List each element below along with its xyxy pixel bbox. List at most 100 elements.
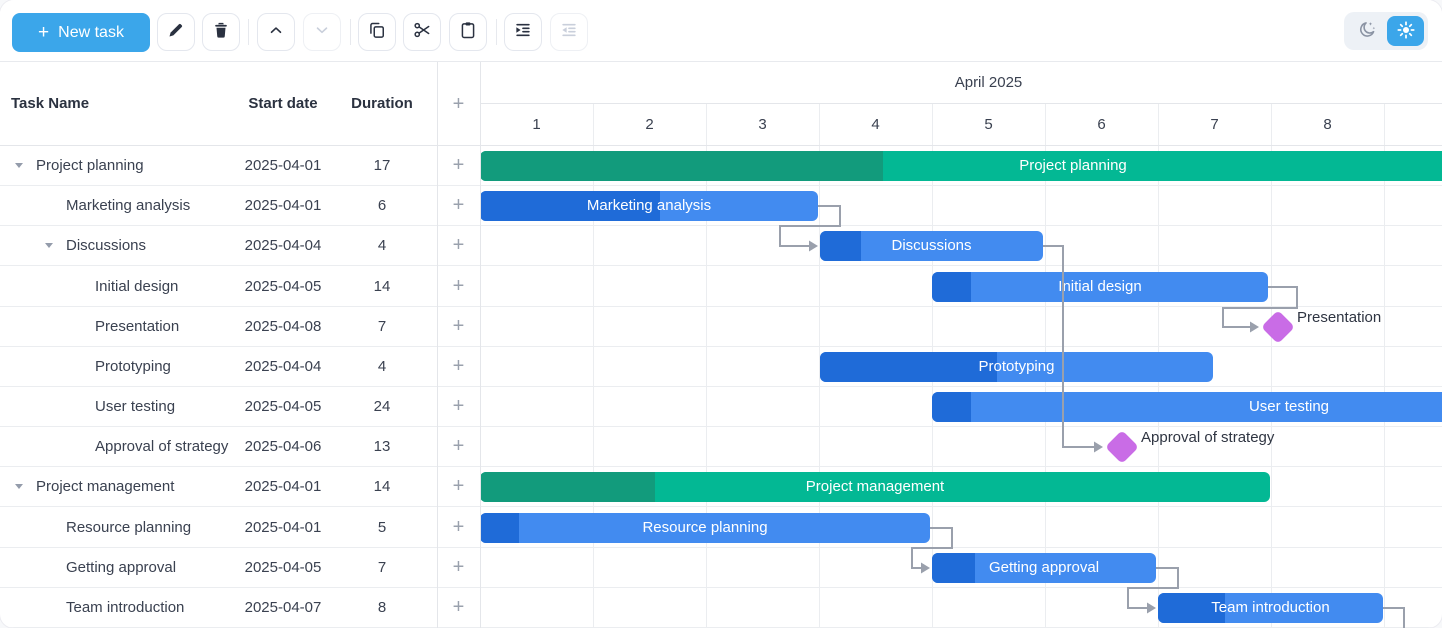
row-divider <box>0 506 1442 507</box>
task-bar[interactable] <box>932 553 1156 583</box>
add-subtask-button[interactable]: + <box>437 267 480 307</box>
row-divider <box>0 265 1442 266</box>
outdent-button[interactable] <box>550 13 588 51</box>
milestone-label: Presentation <box>1297 307 1381 329</box>
add-subtask-button[interactable]: + <box>437 427 480 467</box>
row-divider <box>0 185 1442 186</box>
task-name-cell: Project management <box>36 467 174 507</box>
toolbar-separator <box>248 19 249 45</box>
task-bar[interactable] <box>820 352 1213 382</box>
day-gridline <box>706 104 707 628</box>
column-header-duration: Duration <box>344 62 420 146</box>
task-bar[interactable] <box>1158 593 1383 623</box>
move-task-down-button[interactable] <box>303 13 341 51</box>
trash-icon <box>211 20 231 45</box>
paste-button[interactable] <box>449 13 487 51</box>
duration-cell: 4 <box>344 226 420 266</box>
task-progress-fill <box>480 472 655 502</box>
collapse-toggle-icon[interactable] <box>15 484 23 489</box>
toolbar-separator <box>350 19 351 45</box>
start-date-cell: 2025-04-05 <box>238 548 328 588</box>
start-date-cell: 2025-04-08 <box>238 307 328 347</box>
task-bar[interactable] <box>480 151 1442 181</box>
start-date-cell: 2025-04-07 <box>238 588 328 628</box>
task-name-cell: Getting approval <box>66 548 176 588</box>
add-subtask-button[interactable]: + <box>437 307 480 347</box>
task-bar[interactable] <box>480 513 930 543</box>
new-task-button[interactable]: + New task <box>12 13 150 52</box>
task-name-cell: Approval of strategy <box>95 427 228 467</box>
start-date-cell: 2025-04-04 <box>238 347 328 387</box>
add-subtask-button[interactable]: + <box>437 226 480 266</box>
delete-button[interactable] <box>202 13 240 51</box>
row-divider <box>0 587 1442 588</box>
task-bar[interactable] <box>820 231 1043 261</box>
add-subtask-button[interactable]: + <box>437 467 480 507</box>
edit-button[interactable] <box>157 13 195 51</box>
task-progress-fill <box>820 231 861 261</box>
task-name-cell: Marketing analysis <box>66 186 190 226</box>
timeline-day-5: 5 <box>932 104 1045 146</box>
gantt-app: + New task <box>0 0 1442 628</box>
task-name-cell: Resource planning <box>66 508 191 548</box>
duration-cell: 4 <box>344 347 420 387</box>
start-date-cell: 2025-04-01 <box>238 467 328 507</box>
column-header-task-name: Task Name <box>11 62 89 146</box>
collapse-toggle-icon[interactable] <box>15 163 23 168</box>
add-subtask-button[interactable]: + <box>437 186 480 226</box>
row-divider <box>0 346 1442 347</box>
task-bar[interactable] <box>480 472 1270 502</box>
task-progress-fill <box>932 272 971 302</box>
add-subtask-button[interactable]: + <box>437 548 480 588</box>
table-row[interactable]: Presentation 2025-04-08 7 + <box>0 307 1442 347</box>
add-subtask-button[interactable]: + <box>437 387 480 427</box>
add-subtask-button[interactable]: + <box>437 508 480 548</box>
light-theme-button[interactable] <box>1387 16 1424 46</box>
duration-cell: 7 <box>344 548 420 588</box>
start-date-cell: 2025-04-05 <box>238 267 328 307</box>
start-date-cell: 2025-04-06 <box>238 427 328 467</box>
table-row[interactable]: Getting approval 2025-04-05 7 + <box>0 548 1442 588</box>
cut-button[interactable] <box>403 13 441 51</box>
toolbar: + New task <box>0 0 1442 62</box>
dark-theme-button[interactable] <box>1348 16 1385 46</box>
table-row[interactable]: Prototyping2025-04-044+ <box>0 347 1442 387</box>
add-subtask-button[interactable]: + <box>437 146 480 186</box>
task-bar[interactable] <box>932 392 1442 422</box>
chevron-up-icon <box>267 21 285 44</box>
theme-toggle <box>1344 12 1428 50</box>
row-divider <box>0 547 1442 548</box>
outdent-icon <box>559 20 579 45</box>
copy-icon <box>367 20 387 45</box>
moon-icon <box>1356 19 1378 44</box>
task-progress-fill <box>480 513 519 543</box>
duration-cell: 8 <box>344 588 420 628</box>
timeline-day-3: 3 <box>706 104 819 146</box>
task-progress-fill <box>932 392 971 422</box>
task-bar[interactable] <box>932 272 1268 302</box>
task-progress-fill <box>1158 593 1225 623</box>
toolbar-separator <box>496 19 497 45</box>
indent-button[interactable] <box>504 13 542 51</box>
day-gridline <box>1271 104 1272 628</box>
add-subtask-button[interactable]: + <box>437 347 480 387</box>
add-column-button[interactable]: + <box>437 62 480 146</box>
day-gridline <box>1384 104 1385 628</box>
add-subtask-button[interactable]: + <box>437 588 480 628</box>
column-header-start-date: Start date <box>238 62 328 146</box>
task-name-cell: Initial design <box>95 267 178 307</box>
task-bar[interactable] <box>480 191 818 221</box>
copy-button[interactable] <box>358 13 396 51</box>
indent-icon <box>513 20 533 45</box>
move-task-up-button[interactable] <box>257 13 295 51</box>
duration-cell: 7 <box>344 307 420 347</box>
task-progress-fill <box>480 151 883 181</box>
table-row[interactable]: Discussions2025-04-044+ <box>0 226 1442 266</box>
row-divider <box>0 225 1442 226</box>
sun-icon <box>1395 19 1417 44</box>
task-progress-fill <box>820 352 997 382</box>
timeline-month-label: April 2025 <box>480 62 1442 104</box>
task-progress-fill <box>932 553 975 583</box>
grid-addcol-divider <box>437 62 438 628</box>
collapse-toggle-icon[interactable] <box>45 243 53 248</box>
